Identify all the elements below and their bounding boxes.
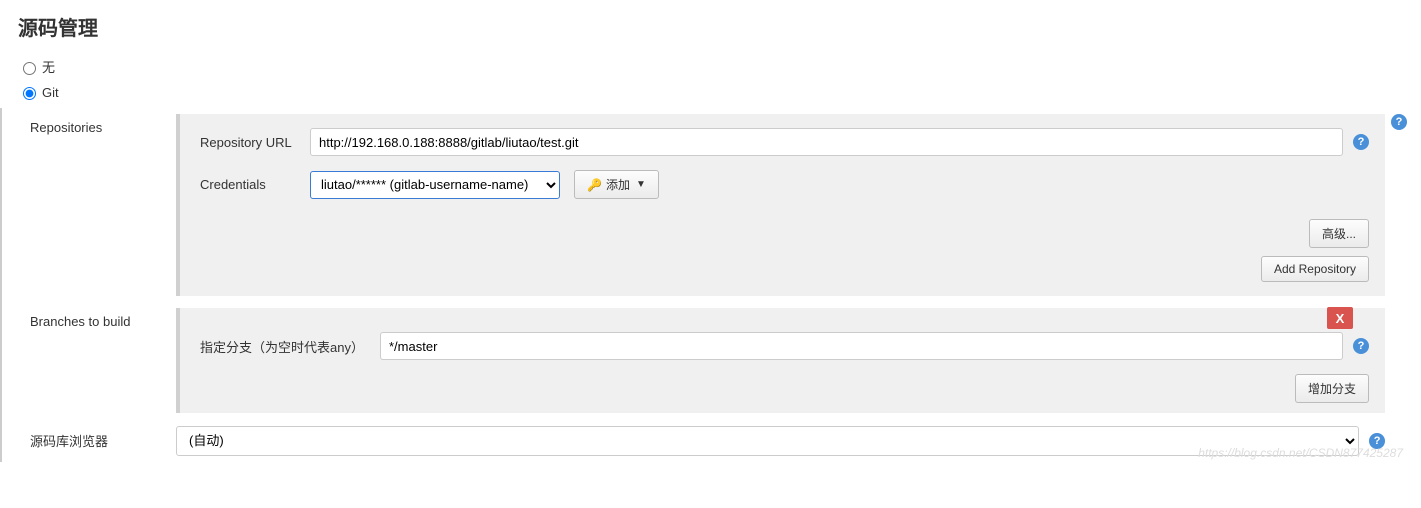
repositories-block: Repositories ? Repository URL ? Credenti… <box>0 108 1421 302</box>
add-repository-button[interactable]: Add Repository <box>1261 256 1369 282</box>
add-credentials-label: 添加 <box>606 176 630 193</box>
help-icon[interactable]: ? <box>1369 433 1385 449</box>
key-icon: 🔑 <box>587 178 602 192</box>
repo-browser-select[interactable]: (自动) <box>176 426 1359 456</box>
scm-git-label: Git <box>42 85 59 100</box>
scm-none-radio[interactable] <box>23 62 36 75</box>
scm-git-radio[interactable] <box>23 87 36 100</box>
add-branch-button[interactable]: 增加分支 <box>1295 374 1369 403</box>
help-icon[interactable]: ? <box>1391 114 1407 130</box>
scm-radio-group: 无 Git <box>0 49 1421 108</box>
scm-none-label: 无 <box>42 57 55 76</box>
branches-block: Branches to build X 指定分支（为空时代表any） ? 增加分… <box>0 302 1421 419</box>
repo-browser-block: 源码库浏览器 (自动) ? https://blog.csdn.net/CSDN… <box>0 419 1421 462</box>
credentials-label: Credentials <box>200 177 310 192</box>
branch-spec-label: 指定分支（为空时代表any） <box>200 337 380 356</box>
repositories-label: Repositories <box>26 114 176 296</box>
add-credentials-button[interactable]: 🔑 添加 ▼ <box>574 170 659 199</box>
help-icon[interactable]: ? <box>1353 134 1369 150</box>
advanced-button[interactable]: 高级... <box>1309 219 1369 248</box>
branch-spec-input[interactable] <box>380 332 1343 360</box>
delete-branch-button[interactable]: X <box>1327 307 1353 329</box>
repo-browser-label: 源码库浏览器 <box>26 425 176 456</box>
credentials-select[interactable]: liutao/****** (gitlab-username-name) <box>310 171 560 199</box>
help-icon[interactable]: ? <box>1353 338 1369 354</box>
repo-url-input[interactable] <box>310 128 1343 156</box>
repo-url-label: Repository URL <box>200 135 310 150</box>
section-title: 源码管理 <box>0 0 1421 49</box>
branches-label: Branches to build <box>26 308 176 413</box>
chevron-down-icon: ▼ <box>636 179 646 190</box>
